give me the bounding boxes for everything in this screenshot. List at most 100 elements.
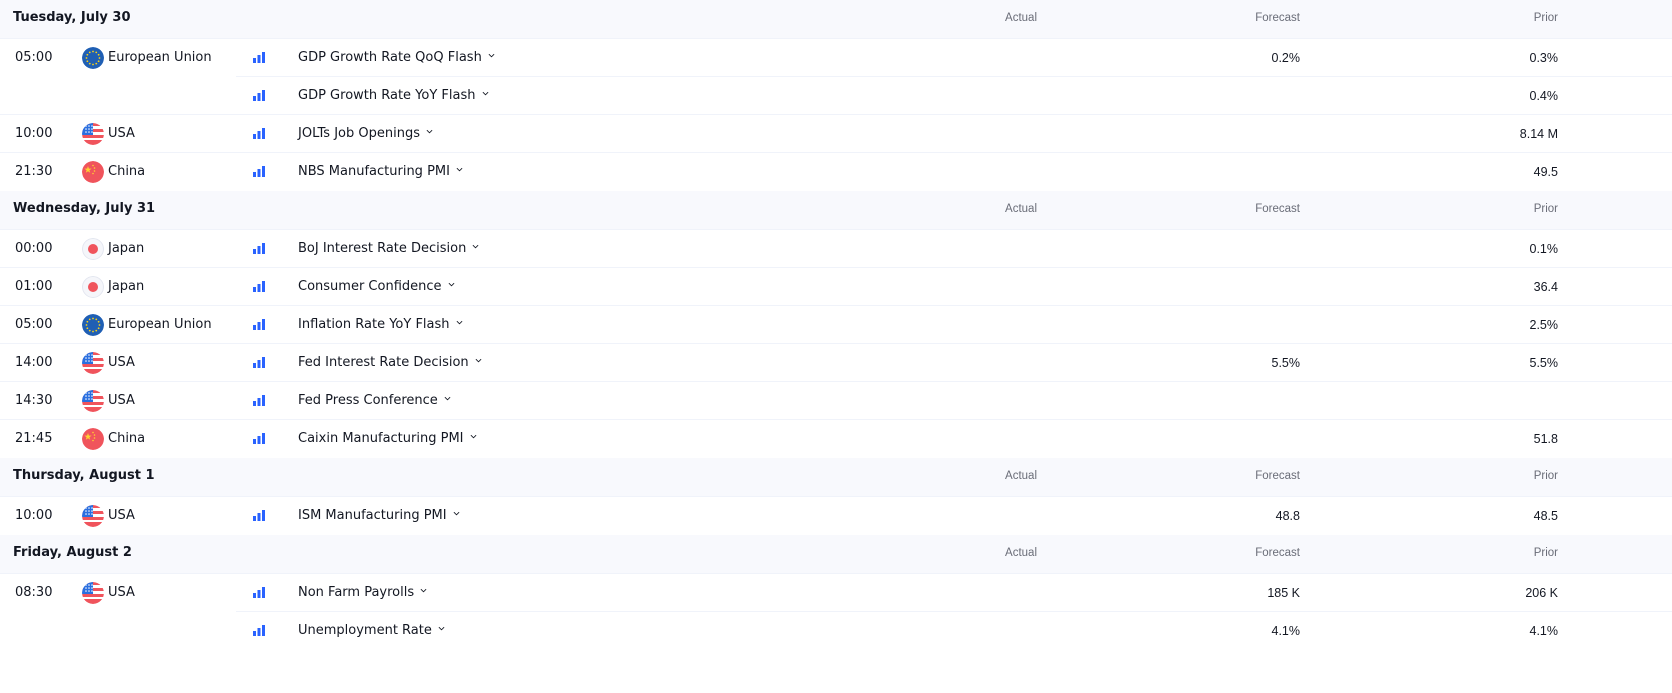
us-flag-icon [82, 582, 104, 604]
column-header-prior: Prior [1533, 547, 1558, 559]
importance-bars-icon [253, 510, 265, 521]
day-header: Wednesday, July 31 Actual Forecast Prior [0, 191, 1672, 230]
chevron-down-icon[interactable] [488, 52, 495, 59]
event-name-label: Unemployment Rate [298, 623, 432, 638]
event-prior: 2.5% [1529, 318, 1559, 332]
event-time: 05:00 [15, 50, 53, 65]
event-name[interactable]: Caixin Manufacturing PMI [298, 431, 477, 446]
event-row[interactable]: 00:00 Japan BoJ Interest Rate Decision 0… [0, 230, 1672, 268]
event-row[interactable]: 14:00 USA Fed Interest Rate Decision 5.5… [0, 344, 1672, 382]
chevron-down-icon[interactable] [420, 587, 427, 594]
event-row[interactable]: GDP Growth Rate YoY Flash 0.4% [0, 77, 1672, 115]
us-flag-icon [82, 352, 104, 374]
event-row[interactable]: 10:00 USA JOLTs Job Openings 8.14 M [0, 115, 1672, 153]
event-country: China [108, 164, 146, 179]
event-prior: 48.5 [1533, 509, 1558, 523]
chevron-down-icon[interactable] [438, 625, 445, 632]
event-name[interactable]: Consumer Confidence [298, 279, 455, 294]
event-time: 14:30 [15, 393, 53, 408]
event-forecast: 185 K [1267, 586, 1300, 600]
event-name[interactable]: GDP Growth Rate QoQ Flash [298, 50, 495, 65]
event-row[interactable]: 21:45 China Caixin Manufacturing PMI 51.… [0, 420, 1672, 458]
event-name[interactable]: NBS Manufacturing PMI [298, 164, 463, 179]
event-forecast: 48.8 [1275, 509, 1300, 523]
event-name[interactable]: Non Farm Payrolls [298, 585, 427, 600]
event-name[interactable]: GDP Growth Rate YoY Flash [298, 88, 489, 103]
event-prior: 4.1% [1529, 624, 1559, 638]
day-title: Friday, August 2 [13, 545, 132, 560]
event-name[interactable]: Unemployment Rate [298, 623, 445, 638]
event-time: 05:00 [15, 317, 53, 332]
us-flag-icon [82, 123, 104, 145]
event-name[interactable]: BoJ Interest Rate Decision [298, 241, 479, 256]
event-row[interactable]: 14:30 USA Fed Press Conference [0, 382, 1672, 420]
event-row[interactable]: 10:00 USA ISM Manufacturing PMI 48.8 48.… [0, 497, 1672, 535]
china-flag-icon [82, 428, 104, 450]
event-name-label: ISM Manufacturing PMI [298, 508, 447, 523]
event-row[interactable]: 01:00 Japan Consumer Confidence 36.4 [0, 268, 1672, 306]
event-time: 08:30 [15, 585, 53, 600]
chevron-down-icon[interactable] [448, 281, 455, 288]
event-name[interactable]: Fed Interest Rate Decision [298, 355, 482, 370]
event-name-label: JOLTs Job Openings [298, 126, 420, 141]
japan-flag-icon [82, 238, 104, 260]
us-flag-icon [82, 505, 104, 527]
column-header-prior: Prior [1533, 470, 1558, 482]
day-title: Wednesday, July 31 [13, 201, 156, 216]
event-time: 01:00 [15, 279, 53, 294]
chevron-down-icon[interactable] [426, 128, 433, 135]
event-forecast: 5.5% [1271, 356, 1301, 370]
event-country: China [108, 431, 146, 446]
column-header-forecast: Forecast [1255, 470, 1300, 482]
event-row[interactable]: 08:30 USA Non Farm Payrolls 185 K 206 K [0, 574, 1672, 612]
chevron-down-icon[interactable] [482, 90, 489, 97]
column-header-actual: Actual [1005, 12, 1037, 24]
eu-flag-icon [82, 47, 104, 69]
event-prior: 5.5% [1529, 356, 1559, 370]
event-name[interactable]: Fed Press Conference [298, 393, 451, 408]
importance-bars-icon [253, 625, 265, 636]
column-header-forecast: Forecast [1255, 203, 1300, 215]
event-prior: 49.5 [1533, 165, 1558, 179]
column-header-actual: Actual [1005, 203, 1037, 215]
chevron-down-icon[interactable] [456, 166, 463, 173]
event-time: 14:00 [15, 355, 53, 370]
importance-bars-icon [253, 52, 265, 63]
economic-calendar: Tuesday, July 30 Actual Forecast Prior 0… [0, 0, 1672, 650]
column-header-forecast: Forecast [1255, 12, 1300, 24]
importance-bars-icon [253, 319, 265, 330]
column-header-prior: Prior [1533, 203, 1558, 215]
event-country: USA [108, 355, 135, 370]
event-row[interactable]: 05:00 European Union Inflation Rate YoY … [0, 306, 1672, 344]
event-name-label: NBS Manufacturing PMI [298, 164, 450, 179]
day-header: Tuesday, July 30 Actual Forecast Prior [0, 0, 1672, 39]
chevron-down-icon[interactable] [470, 433, 477, 440]
chevron-down-icon[interactable] [453, 510, 460, 517]
importance-bars-icon [253, 166, 265, 177]
event-name-label: Non Farm Payrolls [298, 585, 415, 600]
event-name[interactable]: JOLTs Job Openings [298, 126, 433, 141]
event-name-label: BoJ Interest Rate Decision [298, 241, 467, 256]
event-name[interactable]: Inflation Rate YoY Flash [298, 317, 463, 332]
event-prior: 0.4% [1529, 89, 1559, 103]
event-prior: 0.1% [1529, 242, 1559, 256]
event-name-label: GDP Growth Rate QoQ Flash [298, 50, 482, 65]
chevron-down-icon[interactable] [475, 357, 482, 364]
column-header-actual: Actual [1005, 547, 1037, 559]
chevron-down-icon[interactable] [472, 243, 479, 250]
chevron-down-icon[interactable] [456, 319, 463, 326]
event-prior: 206 K [1525, 586, 1558, 600]
event-country: USA [108, 393, 135, 408]
event-name[interactable]: ISM Manufacturing PMI [298, 508, 460, 523]
event-prior: 36.4 [1533, 280, 1558, 294]
event-time: 21:30 [15, 164, 53, 179]
event-row[interactable]: 05:00 European Union GDP Growth Rate QoQ… [0, 39, 1672, 77]
event-forecast: 0.2% [1271, 51, 1301, 65]
event-prior: 0.3% [1529, 51, 1559, 65]
japan-flag-icon [82, 276, 104, 298]
chevron-down-icon[interactable] [444, 395, 451, 402]
event-name-label: GDP Growth Rate YoY Flash [298, 88, 476, 103]
event-row[interactable]: Unemployment Rate 4.1% 4.1% [0, 612, 1672, 650]
event-row[interactable]: 21:30 China NBS Manufacturing PMI 49.5 [0, 153, 1672, 191]
column-header-actual: Actual [1005, 470, 1037, 482]
